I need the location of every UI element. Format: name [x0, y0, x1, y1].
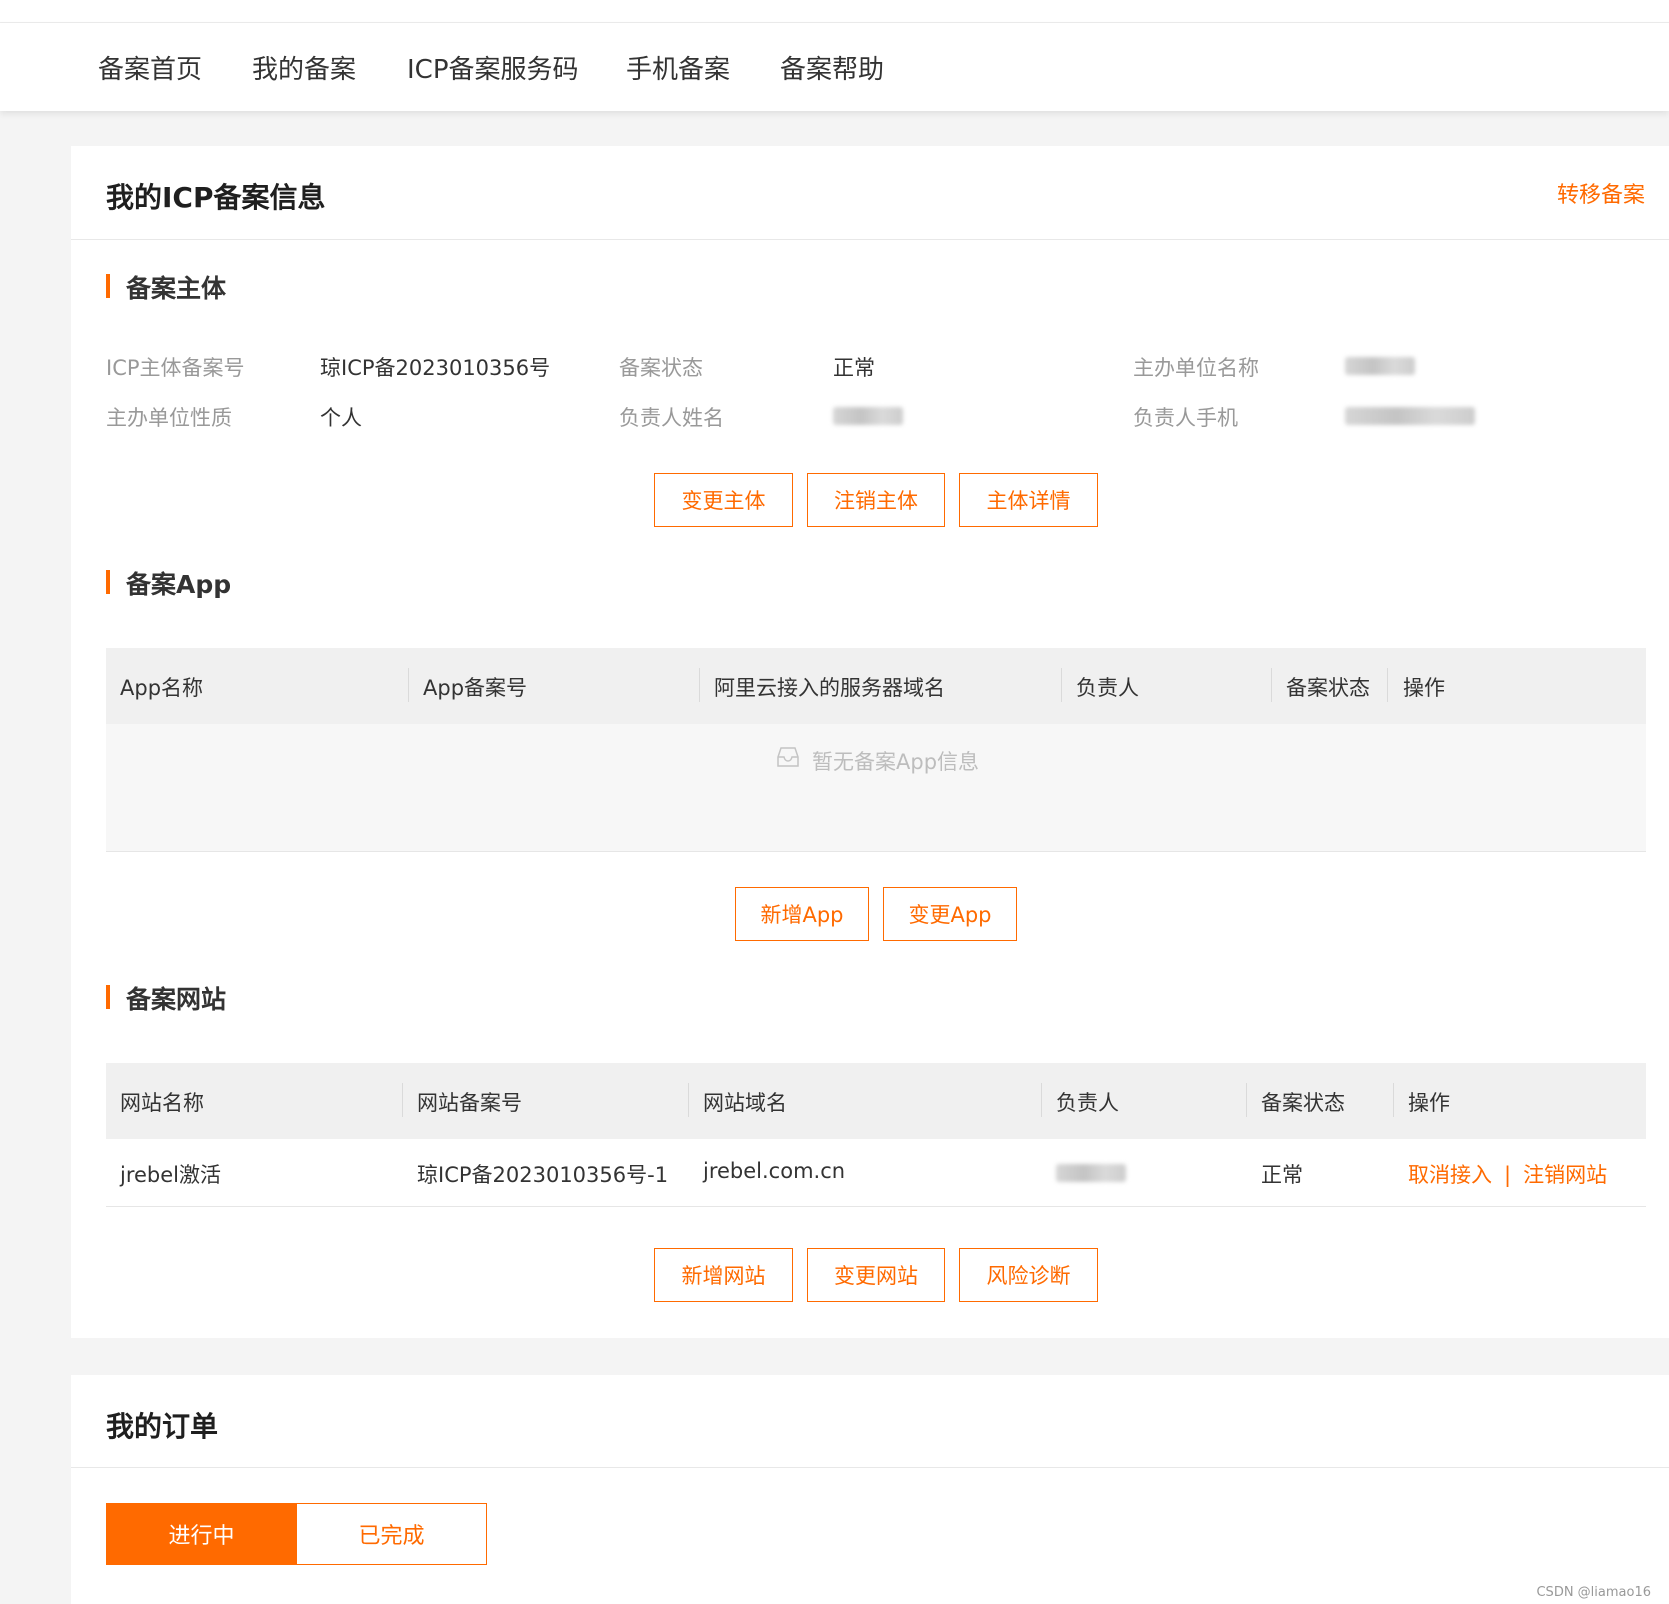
column-header-site-domain: 网站域名 — [703, 1091, 787, 1115]
redacted-owner-name — [833, 407, 903, 425]
top-navigation: 备案首页 我的备案 ICP备案服务码 手机备案 备案帮助 — [0, 23, 1669, 111]
section-title-text: 备案App — [126, 570, 232, 599]
column-separator — [1387, 668, 1388, 702]
column-separator — [1246, 1083, 1247, 1117]
add-website-button[interactable]: 新增网站 — [654, 1248, 793, 1302]
column-header-actions: 操作 — [1408, 1091, 1450, 1115]
transfer-record-link[interactable]: 转移备案 — [1557, 177, 1645, 209]
card-title: 我的订单 — [106, 1410, 219, 1443]
field-label-owner-phone: 负责人手机 — [1133, 406, 1238, 430]
action-separator: | — [1504, 1163, 1512, 1187]
app-table-empty: 暂无备案App信息 — [106, 724, 1646, 852]
column-separator — [688, 1083, 689, 1117]
section-title-subject: 备案主体 — [106, 269, 226, 305]
nav-item-icp-service-code[interactable]: ICP备案服务码 — [407, 49, 579, 86]
tab-in-progress[interactable]: 进行中 — [106, 1503, 297, 1565]
redacted-owner-phone — [1345, 407, 1475, 425]
top-strip — [0, 0, 1669, 23]
site-domain-cell: jrebel.com.cn — [703, 1159, 846, 1183]
app-table-header: App名称 App备案号 阿里云接入的服务器域名 负责人 备案状态 操作 — [106, 648, 1646, 724]
table-row: jrebel激活 琼ICP备2023010356号-1 jrebel.com.c… — [106, 1139, 1646, 1207]
column-header-status: 备案状态 — [1261, 1091, 1345, 1115]
section-title-app: 备案App — [106, 565, 231, 601]
column-header-owner: 负责人 — [1056, 1091, 1119, 1115]
empty-state-text: 暂无备案App信息 — [812, 750, 980, 774]
cancel-subject-button[interactable]: 注销主体 — [807, 473, 945, 527]
card-title: 我的ICP备案信息 — [106, 181, 326, 214]
field-label-record-status: 备案状态 — [619, 356, 703, 380]
column-header-site-name: 网站名称 — [120, 1091, 204, 1115]
nav-item-help[interactable]: 备案帮助 — [780, 49, 884, 86]
empty-inbox-icon — [777, 747, 799, 767]
column-separator — [1393, 1083, 1394, 1117]
redacted-owner-cell — [1056, 1164, 1126, 1182]
column-separator — [1271, 668, 1272, 702]
redacted-organizer-name — [1345, 357, 1415, 375]
section-accent-bar — [106, 274, 110, 298]
field-value-subject-record-no: 琼ICP备2023010356号 — [320, 356, 551, 380]
change-subject-button[interactable]: 变更主体 — [654, 473, 793, 527]
column-separator — [402, 1083, 403, 1117]
field-value-organizer-type: 个人 — [320, 406, 362, 430]
divider — [71, 1467, 1669, 1468]
site-status-cell: 正常 — [1261, 1163, 1303, 1187]
nav-item-my-records[interactable]: 我的备案 — [252, 49, 356, 86]
column-separator — [699, 668, 700, 702]
site-record-no-cell: 琼ICP备2023010356号-1 — [417, 1163, 669, 1187]
section-title-website: 备案网站 — [106, 980, 226, 1016]
section-accent-bar — [106, 570, 110, 594]
divider — [71, 239, 1669, 240]
subject-details-button[interactable]: 主体详情 — [959, 473, 1098, 527]
field-label-organizer-name: 主办单位名称 — [1133, 356, 1259, 380]
field-label-subject-record-no: ICP主体备案号 — [106, 356, 245, 380]
website-table-header: 网站名称 网站备案号 网站域名 负责人 备案状态 操作 — [106, 1063, 1646, 1139]
column-header-site-record-no: 网站备案号 — [417, 1091, 522, 1115]
add-app-button[interactable]: 新增App — [735, 887, 869, 941]
column-header-app-record-no: App备案号 — [423, 676, 528, 700]
field-label-owner-name: 负责人姓名 — [619, 406, 724, 430]
site-name-cell: jrebel激活 — [120, 1163, 222, 1187]
cancel-website-link[interactable]: 注销网站 — [1523, 1163, 1607, 1187]
watermark: CSDN @liamao16 — [1536, 1585, 1651, 1600]
section-accent-bar — [106, 985, 110, 1009]
column-header-actions: 操作 — [1403, 676, 1445, 700]
column-header-server-domain: 阿里云接入的服务器域名 — [714, 676, 945, 700]
nav-item-home[interactable]: 备案首页 — [98, 49, 202, 86]
column-separator — [408, 668, 409, 702]
section-title-text: 备案网站 — [126, 985, 227, 1014]
nav-item-mobile-record[interactable]: 手机备案 — [626, 49, 730, 86]
tab-completed[interactable]: 已完成 — [296, 1503, 487, 1565]
column-separator — [1061, 668, 1062, 702]
icp-info-card: 我的ICP备案信息 转移备案 备案主体 ICP主体备案号 琼ICP备202301… — [71, 146, 1669, 1338]
column-separator — [1041, 1083, 1042, 1117]
section-title-text: 备案主体 — [126, 274, 227, 303]
column-header-status: 备案状态 — [1286, 676, 1370, 700]
site-actions-cell: 取消接入 | 注销网站 — [1408, 1159, 1607, 1189]
change-website-button[interactable]: 变更网站 — [807, 1248, 945, 1302]
cancel-access-link[interactable]: 取消接入 — [1408, 1163, 1492, 1187]
order-status-tabs: 进行中 已完成 — [106, 1503, 488, 1565]
column-header-app-name: App名称 — [120, 676, 204, 700]
field-value-record-status: 正常 — [833, 356, 875, 380]
change-app-button[interactable]: 变更App — [883, 887, 1017, 941]
orders-card: 我的订单 进行中 已完成 — [71, 1375, 1669, 1604]
column-header-owner: 负责人 — [1076, 676, 1139, 700]
risk-diagnosis-button[interactable]: 风险诊断 — [959, 1248, 1098, 1302]
field-label-organizer-type: 主办单位性质 — [106, 406, 232, 430]
